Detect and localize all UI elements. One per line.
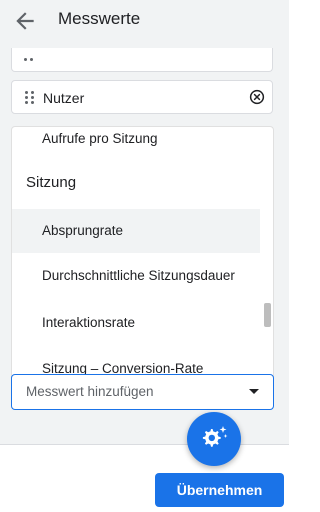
arrow-left-icon <box>16 12 34 30</box>
app-header: Messwerte <box>0 0 289 44</box>
list-item[interactable]: Aufrufe pro Sitzung <box>12 127 260 161</box>
list-item[interactable]: Absprungrate <box>12 209 260 253</box>
chip-label: Nutzer <box>43 90 85 106</box>
page-title: Messwerte <box>58 9 141 28</box>
back-button[interactable] <box>12 8 38 34</box>
add-metric-field[interactable] <box>11 374 274 410</box>
apply-button[interactable]: Übernehmen <box>155 473 284 507</box>
scrollbar-thumb[interactable] <box>264 303 271 327</box>
drag-handle-icon[interactable] <box>24 58 33 61</box>
remove-chip-button[interactable] <box>248 88 266 106</box>
selected-chip-partial[interactable] <box>11 48 273 72</box>
list-group-header: Sitzung <box>26 174 77 191</box>
dropdown-arrow-icon[interactable] <box>249 389 259 394</box>
settings-sparkle-icon <box>202 426 228 447</box>
metric-dropdown-list: Aufrufe pro Sitzung Sitzung Absprungrate… <box>11 126 274 388</box>
close-circle-icon <box>249 89 265 105</box>
divider <box>0 444 289 445</box>
list-item[interactable]: Durchschnittliche Sitzungsdauer <box>12 254 260 298</box>
list-item[interactable]: Interaktionsrate <box>12 301 260 345</box>
drag-handle-icon[interactable] <box>25 91 34 104</box>
metrics-panel: Nutzer Aufrufe pro Sitzung Sitzung Abspr… <box>0 44 289 444</box>
settings-fab-button[interactable] <box>187 412 241 466</box>
add-metric-input[interactable] <box>12 375 242 408</box>
selected-chip-nutzer[interactable]: Nutzer <box>11 80 273 114</box>
